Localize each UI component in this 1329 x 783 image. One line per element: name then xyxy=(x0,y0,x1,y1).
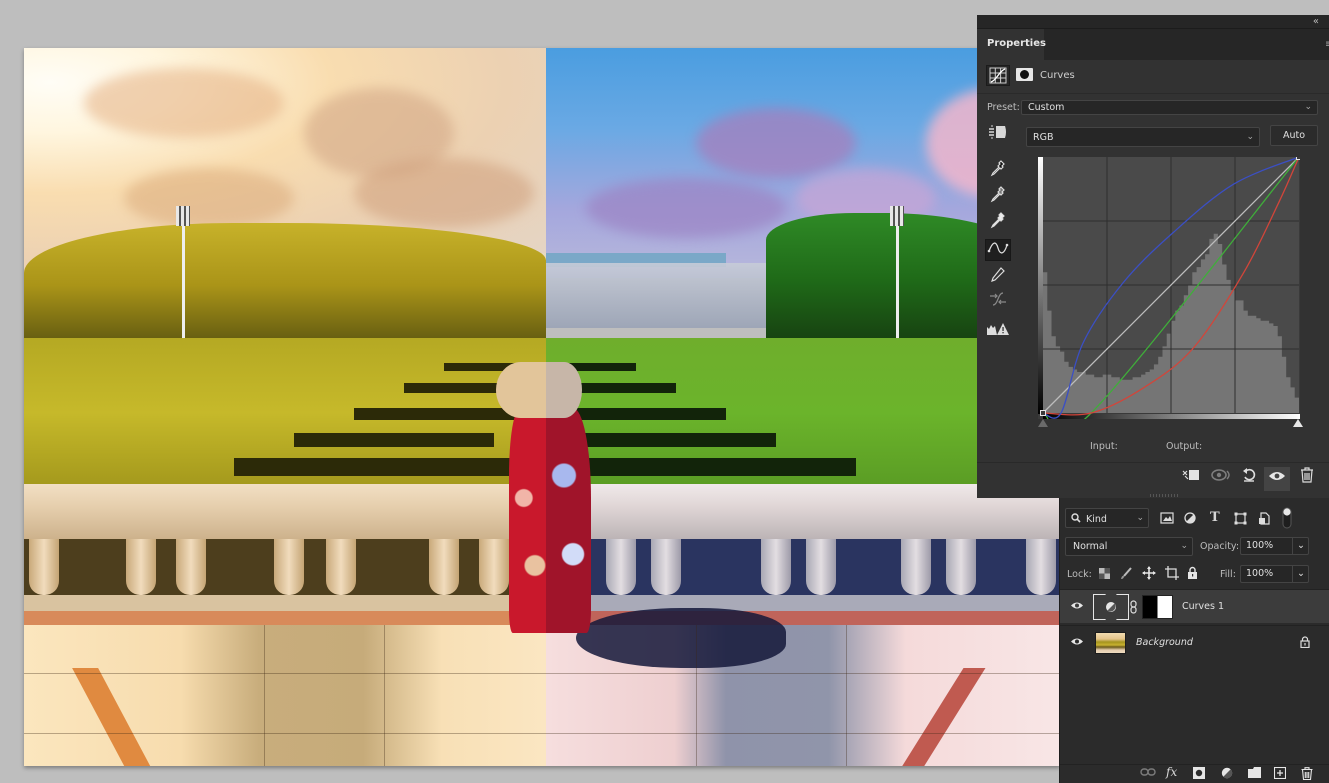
layer-visibility-eye-icon[interactable] xyxy=(1070,636,1084,649)
properties-bottom-toolbar xyxy=(977,462,1329,498)
woman-figure xyxy=(546,408,591,633)
lock-image-pixels-icon[interactable] xyxy=(1120,567,1132,583)
black-point-eyedropper-tool[interactable] xyxy=(985,159,1011,181)
layer-mask-thumbnail[interactable] xyxy=(1142,595,1173,619)
filter-type-layers-icon[interactable]: T xyxy=(1210,510,1220,525)
smooth-curve-tool[interactable] xyxy=(985,291,1011,313)
link-layers-icon[interactable] xyxy=(1140,767,1156,780)
document-canvas[interactable] xyxy=(24,48,1060,766)
chevron-down-icon: ⌄ xyxy=(1246,132,1254,142)
lock-position-icon[interactable] xyxy=(1142,566,1156,583)
toggle-visibility-button[interactable] xyxy=(1264,467,1290,491)
photo-before-half xyxy=(24,48,546,766)
blend-mode-dropdown[interactable]: Normal ⌄ xyxy=(1065,537,1193,556)
panel-tab-bar: Properties ≡ xyxy=(977,29,1329,60)
clip-to-layer-button[interactable] xyxy=(1178,467,1204,491)
opacity-input[interactable]: 100% xyxy=(1240,537,1292,555)
add-mask-icon[interactable] xyxy=(1193,767,1205,782)
chevron-down-icon: ⌄ xyxy=(1297,568,1305,579)
panel-resize-grip[interactable] xyxy=(1150,494,1180,497)
new-layer-icon[interactable] xyxy=(1273,766,1287,782)
new-adjustment-layer-icon[interactable] xyxy=(1221,767,1233,782)
view-previous-state-button[interactable] xyxy=(1208,467,1234,491)
pencil-draw-curve-tool[interactable] xyxy=(985,266,1011,288)
search-icon xyxy=(1071,513,1081,523)
filter-smart-objects-icon[interactable] xyxy=(1258,512,1270,528)
balustrade-rail xyxy=(24,484,546,539)
filter-shape-layers-icon[interactable] xyxy=(1234,512,1247,528)
clipping-warning-icon[interactable] xyxy=(985,321,1011,343)
curves-adjustment-layer-icon xyxy=(1105,601,1117,616)
fill-slider-toggle[interactable]: ⌄ xyxy=(1292,565,1309,583)
tab-properties[interactable]: Properties xyxy=(977,29,1046,60)
woman-shadow xyxy=(576,608,786,668)
mask-link-icon[interactable] xyxy=(1130,600,1137,617)
lock-all-icon[interactable] xyxy=(1187,566,1198,582)
preset-value: Custom xyxy=(1028,102,1065,113)
layer-filter-dropdown[interactable]: Kind ⌄ xyxy=(1065,508,1149,528)
lock-label: Lock: xyxy=(1067,569,1092,580)
panel-menu-icon[interactable]: ≡ xyxy=(1325,39,1329,50)
panel-header-strip: « xyxy=(977,15,1329,29)
layer-row-background[interactable]: Background xyxy=(1060,625,1329,659)
opacity-label: Opacity: xyxy=(1200,541,1240,552)
chevron-down-icon: ⌄ xyxy=(1136,513,1144,523)
blend-mode-value: Normal xyxy=(1073,541,1108,552)
gray-point-eyedropper-tool[interactable] xyxy=(985,185,1011,207)
channel-dropdown[interactable]: RGB ⌄ xyxy=(1026,127,1260,147)
chevron-down-icon: ⌄ xyxy=(1304,102,1312,112)
reset-button[interactable] xyxy=(1236,467,1262,491)
adjustment-header: Curves xyxy=(977,60,1329,94)
curve-endpoint-white xyxy=(1296,157,1300,160)
on-image-adjust-tool[interactable] xyxy=(985,124,1011,146)
filter-toggle-switch[interactable] xyxy=(1282,507,1292,532)
curve-endpoint-black xyxy=(1040,410,1046,416)
layer-name[interactable]: Curves 1 xyxy=(1182,601,1224,612)
white-point-slider[interactable] xyxy=(1293,419,1303,427)
trees xyxy=(24,223,546,348)
preset-dropdown[interactable]: Custom ⌄ xyxy=(1021,100,1318,115)
delete-adjustment-button[interactable] xyxy=(1294,467,1320,491)
delete-layer-icon[interactable] xyxy=(1301,767,1313,783)
collapse-panels-icon[interactable]: « xyxy=(1313,16,1319,27)
curves-graph[interactable] xyxy=(1038,157,1300,419)
white-point-eyedropper-tool[interactable] xyxy=(985,211,1011,233)
layer-row-curves-1[interactable]: Curves 1 xyxy=(1060,589,1329,623)
filter-kind-value: Kind xyxy=(1086,514,1107,525)
layer-name[interactable]: Background xyxy=(1136,637,1193,648)
output-gradient-bar xyxy=(1038,157,1043,414)
filter-adjustment-layers-icon[interactable] xyxy=(1184,512,1196,527)
layer-style-fx-icon[interactable]: fx xyxy=(1166,765,1177,779)
layer-mask-icon[interactable] xyxy=(1016,68,1033,81)
adjustment-title: Curves xyxy=(1040,70,1075,81)
input-label: Input: xyxy=(1090,441,1118,452)
output-label: Output: xyxy=(1166,441,1203,452)
channel-value: RGB xyxy=(1033,132,1054,143)
sun-hat xyxy=(546,362,582,418)
sun-hat xyxy=(496,362,546,418)
new-group-folder-icon[interactable] xyxy=(1248,767,1261,781)
chevron-down-icon: ⌄ xyxy=(1180,541,1188,551)
preset-label: Preset: xyxy=(987,102,1020,113)
layers-panel: Kind ⌄ T Normal ⌄ Opacity: 100% ⌄ Lock: … xyxy=(1059,494,1329,783)
fill-label: Fill: xyxy=(1220,569,1236,580)
filter-image-layers-icon[interactable] xyxy=(1160,512,1174,527)
opacity-slider-toggle[interactable]: ⌄ xyxy=(1292,537,1309,555)
lock-artboard-icon[interactable] xyxy=(1165,566,1179,583)
layer-thumbnail[interactable] xyxy=(1095,632,1126,654)
layer-visibility-eye-icon[interactable] xyxy=(1070,600,1084,613)
fill-input[interactable]: 100% xyxy=(1240,565,1292,583)
curves-adjustment-icon[interactable] xyxy=(986,65,1010,86)
black-point-slider[interactable] xyxy=(1038,419,1048,427)
city-skyline xyxy=(546,263,776,328)
layer-lock-icon xyxy=(1300,636,1310,651)
lock-transparent-pixels-icon[interactable] xyxy=(1099,568,1110,582)
woman-figure xyxy=(509,408,546,633)
properties-panel: « Properties ≡ Curves Preset: Custom ⌄ R… xyxy=(977,15,1329,498)
edit-points-curve-tool[interactable] xyxy=(985,239,1011,261)
auto-button[interactable]: Auto xyxy=(1270,125,1318,146)
chevron-down-icon: ⌄ xyxy=(1297,540,1305,551)
layers-footer-toolbar: fx xyxy=(1060,764,1329,783)
